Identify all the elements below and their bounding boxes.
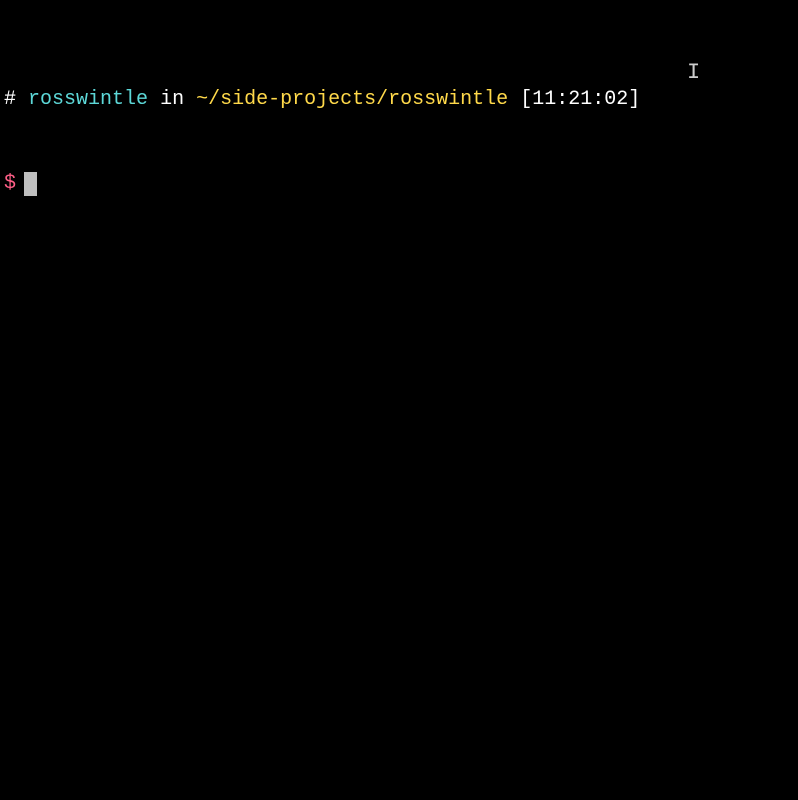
prompt-path: ~/side-projects/rosswintle: [196, 88, 508, 111]
prompt-user: rosswintle: [28, 88, 148, 111]
prompt-separator: in: [160, 88, 184, 111]
terminal-cursor: [24, 172, 37, 196]
prompt-line: # rosswintle in ~/side-projects/rosswint…: [4, 86, 794, 114]
command-input[interactable]: [37, 173, 794, 196]
prompt-hash: #: [4, 88, 16, 111]
prompt-time: [11:21:02]: [520, 88, 640, 111]
terminal-window[interactable]: # rosswintle in ~/side-projects/rosswint…: [0, 0, 798, 230]
prompt-dollar: $: [4, 170, 16, 198]
command-input-line[interactable]: $: [4, 170, 794, 198]
